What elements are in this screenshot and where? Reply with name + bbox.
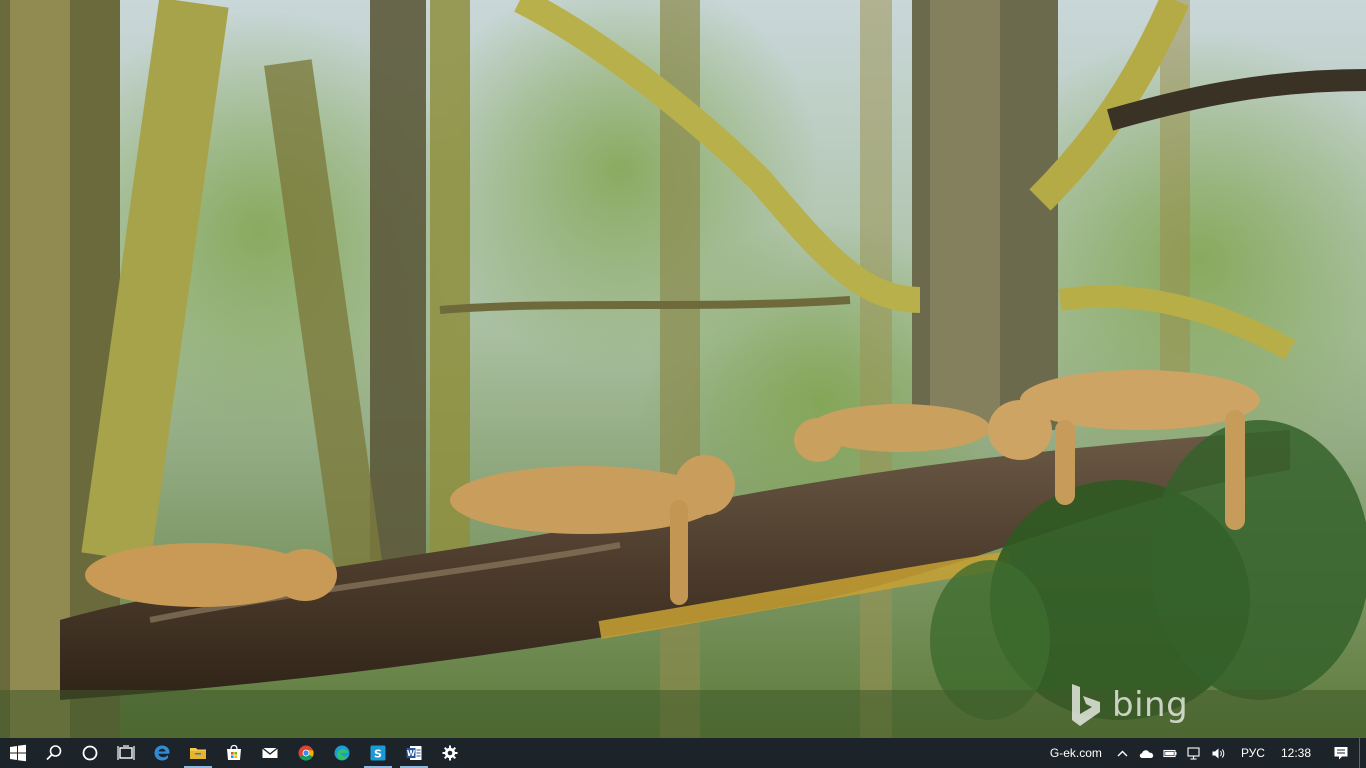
word-icon: W — [406, 746, 422, 760]
search-icon — [46, 745, 62, 761]
task-view-button[interactable] — [108, 738, 144, 768]
windows-start-icon — [10, 744, 26, 762]
battery-icon — [1163, 749, 1177, 757]
mail-taskbar-button[interactable] — [252, 738, 288, 768]
start-button[interactable] — [0, 738, 36, 768]
system-tray: G-ek.com РУС 12:38 — [1046, 738, 1366, 768]
edge-dev-icon — [334, 745, 350, 761]
notification-icon — [1334, 747, 1348, 760]
desktop-wallpaper — [0, 0, 1366, 738]
input-language-indicator[interactable]: РУС — [1231, 746, 1275, 760]
chrome-icon — [298, 745, 314, 761]
word-taskbar-button[interactable]: W — [396, 738, 432, 768]
taskbar-clock[interactable]: 12:38 — [1275, 746, 1323, 760]
store-icon — [227, 744, 241, 760]
action-center-button[interactable] — [1323, 738, 1359, 768]
bing-watermark: bing — [1066, 682, 1188, 728]
network-tray-button[interactable] — [1183, 738, 1207, 768]
sway-icon: S — [370, 745, 386, 761]
volume-tray-button[interactable] — [1207, 738, 1231, 768]
svg-text:S: S — [374, 748, 382, 761]
cortana-button[interactable] — [72, 738, 108, 768]
battery-tray-button[interactable] — [1159, 738, 1183, 768]
edge-icon — [154, 745, 170, 761]
file-explorer-icon — [190, 748, 206, 759]
svg-text:W: W — [407, 749, 416, 758]
sway-taskbar-button[interactable]: S — [360, 738, 396, 768]
search-button[interactable] — [36, 738, 72, 768]
file-explorer-taskbar-button[interactable] — [180, 738, 216, 768]
onedrive-cloud-icon — [1140, 749, 1154, 758]
bing-text: bing — [1112, 685, 1189, 725]
settings-taskbar-button[interactable] — [432, 738, 468, 768]
mail-icon — [262, 747, 278, 758]
bing-logo-icon — [1072, 684, 1100, 726]
network-icon — [1187, 746, 1200, 760]
store-taskbar-button[interactable] — [216, 738, 252, 768]
show-hidden-icons-button[interactable] — [1111, 738, 1135, 768]
chrome-taskbar-button[interactable] — [288, 738, 324, 768]
show-desktop-button[interactable] — [1359, 738, 1366, 768]
tray-link-text[interactable]: G-ek.com — [1046, 746, 1111, 760]
settings-gear-icon — [442, 745, 458, 761]
speaker-volume-icon — [1212, 748, 1225, 758]
taskbar: S W G-ek.com РУС 12:38 — [0, 738, 1366, 768]
edge-dev-taskbar-button[interactable] — [324, 738, 360, 768]
edge-taskbar-button[interactable] — [144, 738, 180, 768]
task-view-icon — [117, 745, 135, 760]
lioness-1 — [85, 543, 337, 607]
chevron-up-icon — [1117, 750, 1128, 756]
onedrive-tray-button[interactable] — [1135, 738, 1159, 768]
cortana-icon — [82, 745, 98, 761]
